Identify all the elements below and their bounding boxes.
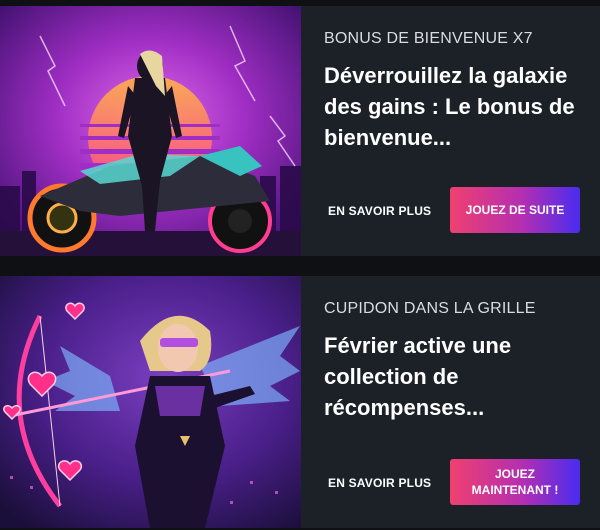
- play-now-button[interactable]: JOUEZ DE SUITE: [450, 187, 580, 233]
- promo-content-1: BONUS DE BIENVENUE X7 Déverrouillez la g…: [301, 6, 600, 256]
- promo-content-2: CUPIDON DANS LA GRILLE Février active un…: [301, 276, 600, 528]
- promo-category: CUPIDON DANS LA GRILLE: [324, 300, 536, 317]
- learn-more-link[interactable]: EN SAVOIR PLUS: [328, 204, 431, 218]
- promo-card-1[interactable]: BONUS DE BIENVENUE X7 Déverrouillez la g…: [0, 6, 600, 256]
- promo-card-2[interactable]: CUPIDON DANS LA GRILLE Février active un…: [0, 276, 600, 528]
- promo-image-rider[interactable]: [0, 6, 301, 256]
- cupid-archer-illustration: [0, 276, 301, 528]
- promo-image-cupid[interactable]: [0, 276, 301, 528]
- play-now-label: JOUEZ DE SUITE: [465, 203, 565, 217]
- promo-category: BONUS DE BIENVENUE X7: [324, 30, 533, 47]
- promo-headline[interactable]: Déverrouillez la galaxie des gains : Le …: [324, 60, 586, 153]
- promo-headline[interactable]: Février active une collection de récompe…: [324, 330, 586, 423]
- play-now-button[interactable]: JOUEZ MAINTENANT !: [450, 459, 580, 505]
- play-now-label: JOUEZ MAINTENANT !: [471, 467, 559, 497]
- learn-more-link[interactable]: EN SAVOIR PLUS: [328, 476, 431, 490]
- cyberpunk-rider-illustration: [0, 6, 301, 256]
